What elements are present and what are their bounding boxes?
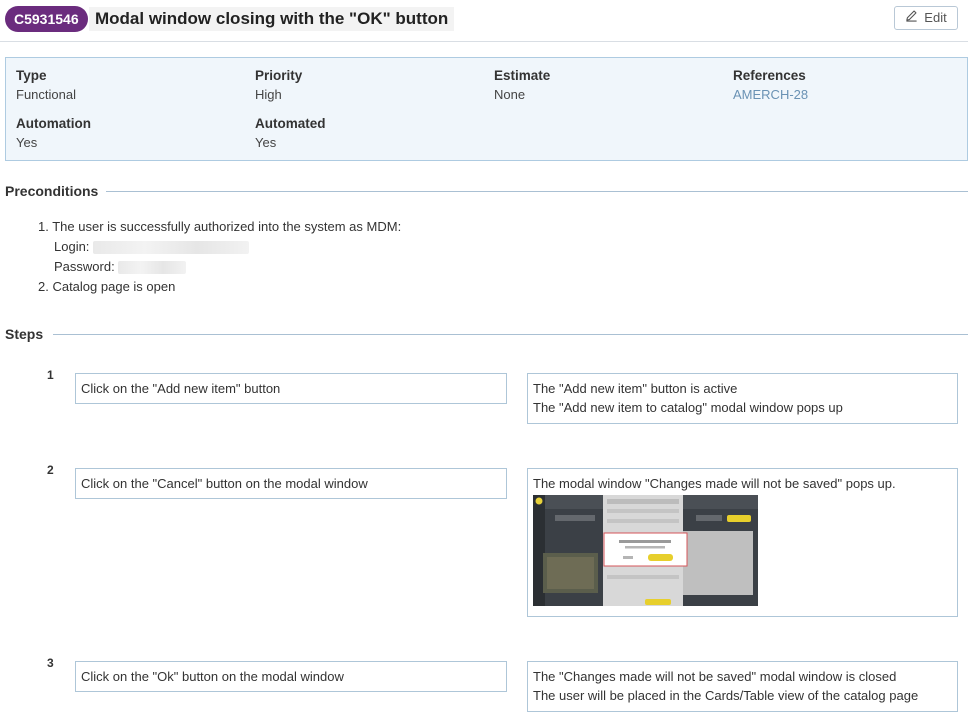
redacted-login [93,241,250,255]
screenshot-image [533,495,758,606]
modal-screenshot-thumbnail[interactable] [533,495,758,606]
steps-section-header: Steps [5,324,968,344]
automation-value: Yes [16,135,38,150]
priority-field: Priority High [255,68,302,102]
step-expected: The "Add new item" button is active The … [527,373,958,424]
pencil-icon [905,6,918,30]
step-action: Click on the "Cancel" button on the moda… [75,468,507,499]
step-expected-line: The "Add new item to catalog" modal wind… [533,400,843,415]
step-expected: The "Changes made will not be saved" mod… [527,661,958,712]
edit-button[interactable]: Edit [894,6,958,30]
step-expected-line: The user will be placed in the Cards/Tab… [533,688,919,703]
case-id-badge: C5931546 [5,6,88,32]
step-action: Click on the "Ok" button on the modal wi… [75,661,507,692]
type-label: Type [16,68,47,83]
automation-field: Automation Yes [16,116,91,150]
case-header: C5931546 Modal window closing with the "… [0,0,968,42]
steps-title: Steps [5,324,52,344]
references-label: References [733,68,806,83]
step-number: 2 [47,463,54,477]
references-link[interactable]: AMERCH-28 [733,87,808,102]
password-line: Password: [38,257,401,277]
step-expected: The modal window "Changes made will not … [527,468,958,617]
section-divider [53,334,968,335]
precondition-item: 1. The user is successfully authorized i… [38,219,402,234]
preconditions-title: Preconditions [5,181,107,201]
step-action-text: Click on the "Ok" button on the modal wi… [81,669,344,684]
step-action-text: Click on the "Add new item" button [81,381,281,396]
estimate-value: None [494,87,526,102]
step-action-text: Click on the "Cancel" button on the moda… [81,476,368,491]
step-action: Click on the "Add new item" button [75,373,507,404]
priority-value: High [255,87,282,102]
edit-button-label: Edit [924,10,947,25]
login-label: Login: [54,239,90,254]
references-field: References AMERCH-28 [733,68,808,102]
step-expected-line: The "Changes made will not be saved" mod… [533,669,897,684]
login-line: Login: [38,237,401,257]
section-divider [106,191,968,192]
step-number: 3 [47,656,54,670]
automated-label: Automated [255,116,326,131]
type-field: Type Functional [16,68,76,102]
automation-label: Automation [16,116,91,131]
step-expected-line: The modal window "Changes made will not … [533,476,896,491]
estimate-label: Estimate [494,68,551,83]
case-title: Modal window closing with the "OK" butto… [89,7,455,31]
automated-field: Automated Yes [255,116,326,150]
case-details-panel: Type Functional Priority High Estimate N… [5,57,968,161]
estimate-field: Estimate None [494,68,550,102]
type-value: Functional [16,87,76,102]
precondition-item: 2. Catalog page is open [38,279,176,294]
step-expected-line: The "Add new item" button is active [533,381,738,396]
automated-value: Yes [255,135,277,150]
redacted-password [118,261,187,275]
preconditions-section-header: Preconditions [5,181,968,201]
password-label: Password: [54,259,115,274]
priority-label: Priority [255,68,303,83]
step-number: 1 [47,368,54,382]
preconditions-list: 1. The user is successfully authorized i… [38,217,401,297]
